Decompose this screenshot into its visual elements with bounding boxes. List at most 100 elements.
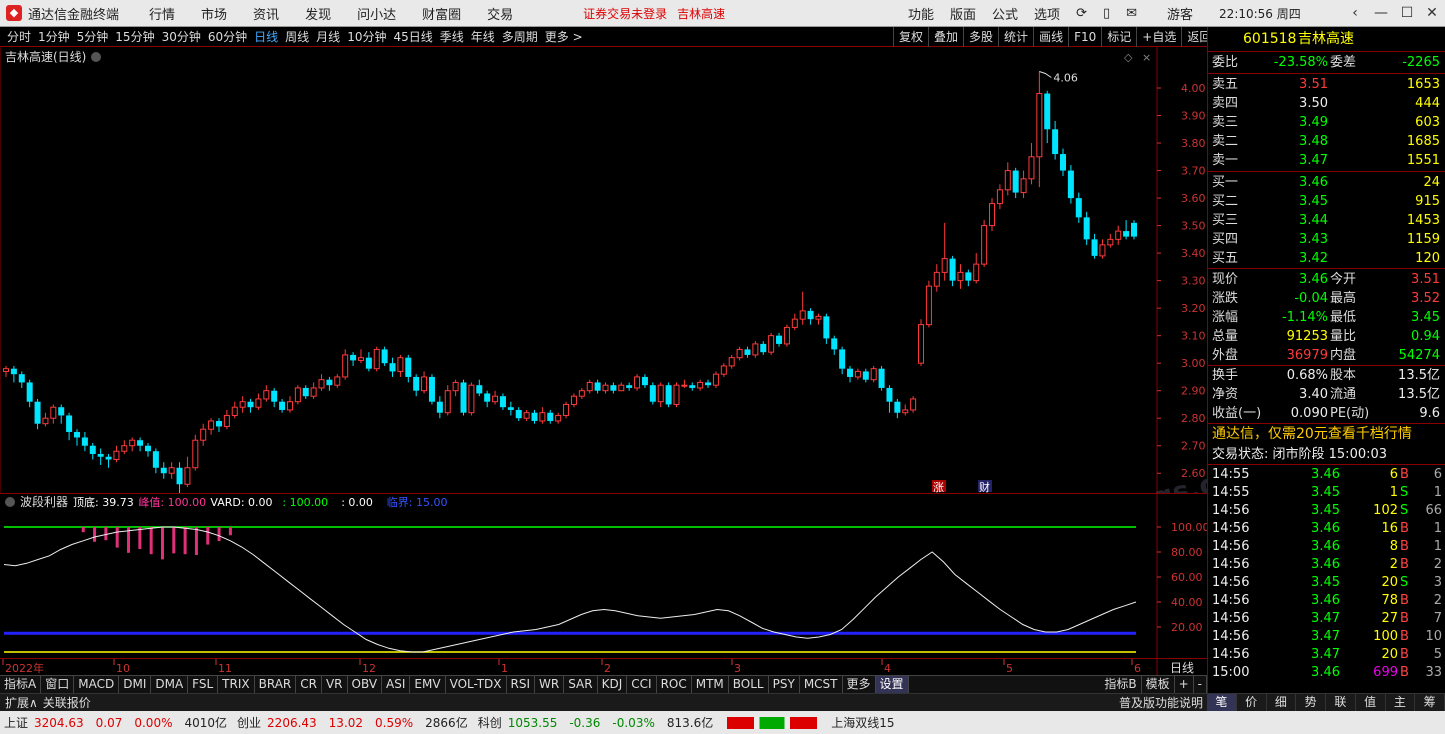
period-tool-7[interactable]: +自选 <box>1136 27 1181 47</box>
period-6[interactable]: 日线 <box>254 28 278 45</box>
index-name[interactable]: 创业 <box>237 714 261 731</box>
refresh-icon[interactable]: ⟳ <box>1076 6 1087 21</box>
ind-tab-right-0[interactable]: 指标B <box>1100 676 1142 693</box>
period-tool-5[interactable]: F10 <box>1068 27 1101 47</box>
ind-tab-6[interactable]: TRIX <box>218 676 255 693</box>
indicator-settings-icon[interactable] <box>5 497 15 507</box>
ind-tab-14[interactable]: RSI <box>507 676 536 693</box>
ind-tab-0[interactable]: 指标A <box>0 676 42 693</box>
user-label[interactable]: 游客 <box>1167 4 1193 23</box>
ind-tab-18[interactable]: CCI <box>627 676 657 693</box>
menu-xuanxiang[interactable]: 选项 <box>1034 4 1060 23</box>
ask-row[interactable]: 卖二 3.48 1685 <box>1208 132 1445 151</box>
side-tab-3[interactable]: 势 <box>1296 694 1326 711</box>
ind-tab-25[interactable]: 设置 <box>875 676 909 693</box>
menu-caifuquan[interactable]: 财富圈 <box>422 4 461 23</box>
ind-tab-20[interactable]: MTM <box>692 676 729 693</box>
ind-tab-23[interactable]: MCST <box>800 676 843 693</box>
period-2[interactable]: 5分钟 <box>77 28 109 45</box>
side-tab-1[interactable]: 价 <box>1237 694 1267 711</box>
menu-gongshi[interactable]: 公式 <box>992 4 1018 23</box>
ind-tab-right-1[interactable]: 模板 <box>1142 676 1175 693</box>
side-tab-0[interactable]: 笔 <box>1207 694 1237 711</box>
index-name[interactable]: 科创 <box>478 714 502 731</box>
period-9[interactable]: 10分钟 <box>347 28 386 45</box>
side-tab-4[interactable]: 联 <box>1326 694 1356 711</box>
menu-hangqing[interactable]: 行情 <box>149 4 175 23</box>
menu-banmian[interactable]: 版面 <box>950 4 976 23</box>
indicator-chart[interactable]: 波段利器 顶底: 39.73 峰值: 100.00 VARD: 0.00: 100.0… <box>0 493 1210 658</box>
ask-row[interactable]: 卖一 3.47 1551 <box>1208 151 1445 170</box>
period-14[interactable]: 更多 > <box>545 28 583 45</box>
mail-icon[interactable]: ✉ <box>1126 6 1137 21</box>
period-tool-0[interactable]: 复权 <box>893 27 928 47</box>
ind-tab-21[interactable]: BOLL <box>729 676 769 693</box>
period-tool-1[interactable]: 叠加 <box>928 27 963 47</box>
period-12[interactable]: 年线 <box>471 28 495 45</box>
ind-tab-17[interactable]: KDJ <box>598 676 628 693</box>
bid-row[interactable]: 买二 3.45 915 <box>1208 192 1445 211</box>
candlestick-chart[interactable]: 4.00 3.90 3.80 3.70 3.60 3.50 3.40 3.30 3.20 3.10… <box>0 47 1266 604</box>
period-8[interactable]: 月线 <box>316 28 340 45</box>
period-4[interactable]: 30分钟 <box>162 28 201 45</box>
chart-settings-icon[interactable] <box>91 52 101 62</box>
menu-gongneng[interactable]: 功能 <box>908 4 934 23</box>
edition-help-link[interactable]: 普及版功能说明 <box>1119 694 1203 711</box>
period-11[interactable]: 季线 <box>440 28 464 45</box>
ind-tab-15[interactable]: WR <box>535 676 565 693</box>
period-3[interactable]: 15分钟 <box>115 28 154 45</box>
period-0[interactable]: 分时 <box>7 28 31 45</box>
back-icon[interactable]: ‹ <box>1342 0 1368 27</box>
chart-close-icon[interactable]: × <box>1142 51 1151 64</box>
period-5[interactable]: 60分钟 <box>208 28 247 45</box>
ask-row[interactable]: 卖三 3.49 603 <box>1208 113 1445 132</box>
expand-button[interactable]: 扩展∧ <box>5 694 38 711</box>
ind-tab-4[interactable]: DMA <box>151 676 189 693</box>
ind-tab-9[interactable]: VR <box>322 676 348 693</box>
period-10[interactable]: 45日线 <box>393 28 432 45</box>
ind-tab-right-2[interactable]: + <box>1175 676 1194 693</box>
ind-tab-10[interactable]: OBV <box>348 676 383 693</box>
period-7[interactable]: 周线 <box>285 28 309 45</box>
ind-tab-1[interactable]: 窗口 <box>41 676 75 693</box>
bid-row[interactable]: 买五 3.42 120 <box>1208 249 1445 268</box>
side-tab-7[interactable]: 筹 <box>1415 694 1445 711</box>
period-tool-6[interactable]: 标记 <box>1101 27 1136 47</box>
promo-link[interactable]: 通达信，仅需20元查看千档行情 <box>1212 425 1445 444</box>
ind-tab-5[interactable]: FSL <box>188 676 219 693</box>
mobile-icon[interactable]: ▯ <box>1103 6 1110 21</box>
login-warning[interactable]: 证券交易未登录 <box>583 5 667 22</box>
ask-row[interactable]: 卖四 3.50 444 <box>1208 94 1445 113</box>
ind-tab-2[interactable]: MACD <box>74 676 120 693</box>
period-tool-4[interactable]: 画线 <box>1033 27 1068 47</box>
bid-row[interactable]: 买三 3.44 1453 <box>1208 211 1445 230</box>
menu-shichang[interactable]: 市场 <box>201 4 227 23</box>
period-tool-3[interactable]: 统计 <box>998 27 1033 47</box>
chart-diamond-icon[interactable]: ◇ <box>1124 51 1133 64</box>
ind-tab-12[interactable]: EMV <box>410 676 446 693</box>
period-1[interactable]: 1分钟 <box>38 28 70 45</box>
menu-faxian[interactable]: 发现 <box>305 4 331 23</box>
menu-jiaoyi[interactable]: 交易 <box>487 4 513 23</box>
ind-tab-11[interactable]: ASI <box>382 676 411 693</box>
ind-tab-3[interactable]: DMI <box>119 676 152 693</box>
close-icon[interactable]: ✕ <box>1419 0 1445 27</box>
ind-tab-8[interactable]: CR <box>296 676 322 693</box>
ask-row[interactable]: 卖五 3.51 1653 <box>1208 75 1445 94</box>
related-quote-button[interactable]: 关联报价 <box>43 694 91 711</box>
ind-tab-16[interactable]: SAR <box>564 676 598 693</box>
ind-tab-right-3[interactable]: - <box>1194 676 1207 693</box>
bid-row[interactable]: 买一 3.46 24 <box>1208 173 1445 192</box>
menu-zixun[interactable]: 资讯 <box>253 4 279 23</box>
minimize-icon[interactable]: — <box>1368 0 1394 27</box>
ind-tab-22[interactable]: PSY <box>769 676 800 693</box>
side-tab-2[interactable]: 细 <box>1267 694 1297 711</box>
ind-tab-24[interactable]: 更多 <box>843 676 876 693</box>
side-tab-5[interactable]: 值 <box>1356 694 1386 711</box>
maximize-icon[interactable]: ☐ <box>1394 0 1420 27</box>
side-tab-6[interactable]: 主 <box>1386 694 1416 711</box>
bid-row[interactable]: 买四 3.43 1159 <box>1208 230 1445 249</box>
index-name[interactable]: 上证 <box>4 714 28 731</box>
menu-wenxiaoda[interactable]: 问小达 <box>357 4 396 23</box>
period-13[interactable]: 多周期 <box>502 28 538 45</box>
